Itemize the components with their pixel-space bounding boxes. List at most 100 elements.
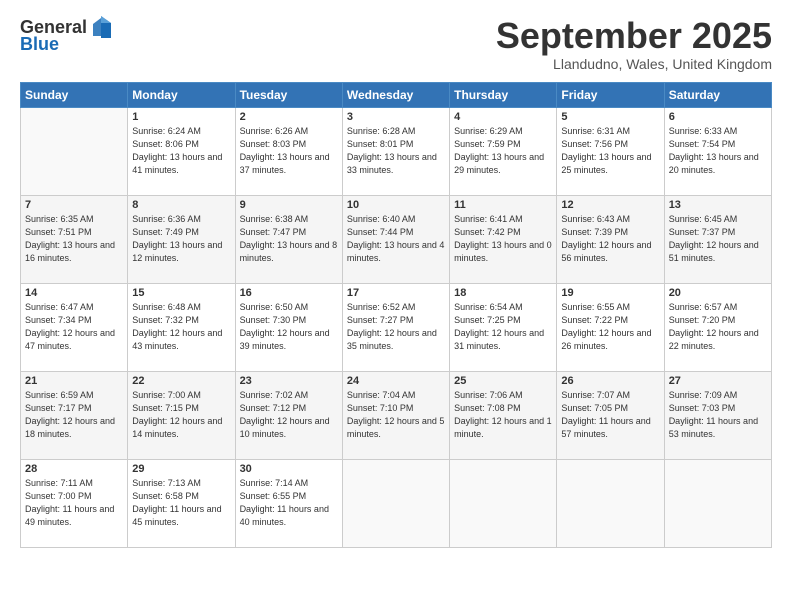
calendar-header-row: Sunday Monday Tuesday Wednesday Thursday… <box>21 82 772 107</box>
day-number: 2 <box>240 111 338 123</box>
day-info: Sunrise: 6:31 AM Sunset: 7:56 PM Dayligh… <box>561 125 659 177</box>
day-number: 29 <box>132 463 230 475</box>
day-info: Sunrise: 6:29 AM Sunset: 7:59 PM Dayligh… <box>454 125 552 177</box>
day-info: Sunrise: 7:11 AM Sunset: 7:00 PM Dayligh… <box>25 477 123 529</box>
table-row: 14 Sunrise: 6:47 AM Sunset: 7:34 PM Dayli… <box>21 283 128 371</box>
day-info: Sunrise: 7:00 AM Sunset: 7:15 PM Dayligh… <box>132 389 230 441</box>
day-info: Sunrise: 6:52 AM Sunset: 7:27 PM Dayligh… <box>347 301 445 353</box>
col-monday: Monday <box>128 82 235 107</box>
day-number: 22 <box>132 375 230 387</box>
day-number: 8 <box>132 199 230 211</box>
day-number: 23 <box>240 375 338 387</box>
day-number: 10 <box>347 199 445 211</box>
day-number: 21 <box>25 375 123 387</box>
table-row <box>557 459 664 547</box>
calendar-week-row: 21 Sunrise: 6:59 AM Sunset: 7:17 PM Dayli… <box>21 371 772 459</box>
table-row: 12 Sunrise: 6:43 AM Sunset: 7:39 PM Dayli… <box>557 195 664 283</box>
table-row <box>450 459 557 547</box>
day-number: 7 <box>25 199 123 211</box>
table-row: 13 Sunrise: 6:45 AM Sunset: 7:37 PM Dayli… <box>664 195 771 283</box>
table-row: 16Sunrise: 6:50 AM Sunset: 7:30 PM Dayli… <box>235 283 342 371</box>
table-row: 6 Sunrise: 6:33 AM Sunset: 7:54 PM Daylig… <box>664 107 771 195</box>
day-number: 13 <box>669 199 767 211</box>
table-row <box>342 459 449 547</box>
day-number: 11 <box>454 199 552 211</box>
day-number: 4 <box>454 111 552 123</box>
table-row: 3 Sunrise: 6:28 AM Sunset: 8:01 PM Daylig… <box>342 107 449 195</box>
table-row: 28 Sunrise: 7:11 AM Sunset: 7:00 PM Dayli… <box>21 459 128 547</box>
col-wednesday: Wednesday <box>342 82 449 107</box>
calendar-table: Sunday Monday Tuesday Wednesday Thursday… <box>20 82 772 548</box>
calendar-week-row: 28 Sunrise: 7:11 AM Sunset: 7:00 PM Dayli… <box>21 459 772 547</box>
day-info: Sunrise: 6:57 AM Sunset: 7:20 PM Dayligh… <box>669 301 767 353</box>
table-row: 11 Sunrise: 6:41 AM Sunset: 7:42 PM Dayli… <box>450 195 557 283</box>
table-row: 9Sunrise: 6:38 AM Sunset: 7:47 PM Daylig… <box>235 195 342 283</box>
day-info: Sunrise: 6:36 AM Sunset: 7:49 PM Dayligh… <box>132 213 230 265</box>
day-info: Sunrise: 6:47 AM Sunset: 7:34 PM Dayligh… <box>25 301 123 353</box>
col-friday: Friday <box>557 82 664 107</box>
day-info: Sunrise: 6:28 AM Sunset: 8:01 PM Dayligh… <box>347 125 445 177</box>
day-info: Sunrise: 6:55 AM Sunset: 7:22 PM Dayligh… <box>561 301 659 353</box>
day-info: Sunrise: 7:09 AM Sunset: 7:03 PM Dayligh… <box>669 389 767 441</box>
table-row: 15Sunrise: 6:48 AM Sunset: 7:32 PM Dayli… <box>128 283 235 371</box>
table-row: 25 Sunrise: 7:06 AM Sunset: 7:08 PM Dayli… <box>450 371 557 459</box>
table-row: 17 Sunrise: 6:52 AM Sunset: 7:27 PM Dayli… <box>342 283 449 371</box>
day-info: Sunrise: 6:54 AM Sunset: 7:25 PM Dayligh… <box>454 301 552 353</box>
day-number: 14 <box>25 287 123 299</box>
page: General Blue September 2025 Llandudno, W… <box>0 0 792 612</box>
day-number: 9 <box>240 199 338 211</box>
table-row: 24 Sunrise: 7:04 AM Sunset: 7:10 PM Dayli… <box>342 371 449 459</box>
table-row: 21 Sunrise: 6:59 AM Sunset: 7:17 PM Dayli… <box>21 371 128 459</box>
table-row: 7 Sunrise: 6:35 AM Sunset: 7:51 PM Daylig… <box>21 195 128 283</box>
day-number: 17 <box>347 287 445 299</box>
table-row: 26 Sunrise: 7:07 AM Sunset: 7:05 PM Dayli… <box>557 371 664 459</box>
day-info: Sunrise: 6:24 AM Sunset: 8:06 PM Dayligh… <box>132 125 230 177</box>
day-number: 19 <box>561 287 659 299</box>
day-number: 6 <box>669 111 767 123</box>
table-row: 19 Sunrise: 6:55 AM Sunset: 7:22 PM Dayli… <box>557 283 664 371</box>
logo: General Blue <box>20 16 111 55</box>
location: Llandudno, Wales, United Kingdom <box>496 56 772 72</box>
day-number: 26 <box>561 375 659 387</box>
col-saturday: Saturday <box>664 82 771 107</box>
day-info: Sunrise: 7:06 AM Sunset: 7:08 PM Dayligh… <box>454 389 552 441</box>
header: General Blue September 2025 Llandudno, W… <box>20 16 772 72</box>
table-row <box>21 107 128 195</box>
day-number: 30 <box>240 463 338 475</box>
table-row: 8 Sunrise: 6:36 AM Sunset: 7:49 PM Daylig… <box>128 195 235 283</box>
table-row: 30 Sunrise: 7:14 AM Sunset: 6:55 PM Dayli… <box>235 459 342 547</box>
table-row <box>664 459 771 547</box>
day-number: 15 <box>132 287 230 299</box>
day-info: Sunrise: 6:41 AM Sunset: 7:42 PM Dayligh… <box>454 213 552 265</box>
day-info: Sunrise: 6:26 AM Sunset: 8:03 PM Dayligh… <box>240 125 338 177</box>
day-number: 12 <box>561 199 659 211</box>
day-info: Sunrise: 6:59 AM Sunset: 7:17 PM Dayligh… <box>25 389 123 441</box>
day-info: Sunrise: 6:43 AM Sunset: 7:39 PM Dayligh… <box>561 213 659 265</box>
table-row: 4 Sunrise: 6:29 AM Sunset: 7:59 PM Daylig… <box>450 107 557 195</box>
day-number: 27 <box>669 375 767 387</box>
table-row: 29 Sunrise: 7:13 AM Sunset: 6:58 PM Dayli… <box>128 459 235 547</box>
day-info: Sunrise: 6:40 AM Sunset: 7:44 PM Dayligh… <box>347 213 445 265</box>
day-info: Sunrise: 7:07 AM Sunset: 7:05 PM Dayligh… <box>561 389 659 441</box>
col-thursday: Thursday <box>450 82 557 107</box>
table-row: 18Sunrise: 6:54 AM Sunset: 7:25 PM Dayli… <box>450 283 557 371</box>
calendar-week-row: 1Sunrise: 6:24 AM Sunset: 8:06 PM Daylig… <box>21 107 772 195</box>
day-info: Sunrise: 7:04 AM Sunset: 7:10 PM Dayligh… <box>347 389 445 441</box>
day-number: 24 <box>347 375 445 387</box>
table-row: 1Sunrise: 6:24 AM Sunset: 8:06 PM Daylig… <box>128 107 235 195</box>
day-info: Sunrise: 6:45 AM Sunset: 7:37 PM Dayligh… <box>669 213 767 265</box>
day-number: 28 <box>25 463 123 475</box>
logo-icon <box>91 16 111 38</box>
title-section: September 2025 Llandudno, Wales, United … <box>496 16 772 72</box>
day-info: Sunrise: 7:13 AM Sunset: 6:58 PM Dayligh… <box>132 477 230 529</box>
table-row: 10 Sunrise: 6:40 AM Sunset: 7:44 PM Dayli… <box>342 195 449 283</box>
day-info: Sunrise: 6:35 AM Sunset: 7:51 PM Dayligh… <box>25 213 123 265</box>
table-row: 22 Sunrise: 7:00 AM Sunset: 7:15 PM Dayli… <box>128 371 235 459</box>
day-number: 3 <box>347 111 445 123</box>
day-info: Sunrise: 6:33 AM Sunset: 7:54 PM Dayligh… <box>669 125 767 177</box>
day-number: 25 <box>454 375 552 387</box>
day-info: Sunrise: 7:14 AM Sunset: 6:55 PM Dayligh… <box>240 477 338 529</box>
day-number: 16 <box>240 287 338 299</box>
col-sunday: Sunday <box>21 82 128 107</box>
table-row: 5Sunrise: 6:31 AM Sunset: 7:56 PM Daylig… <box>557 107 664 195</box>
